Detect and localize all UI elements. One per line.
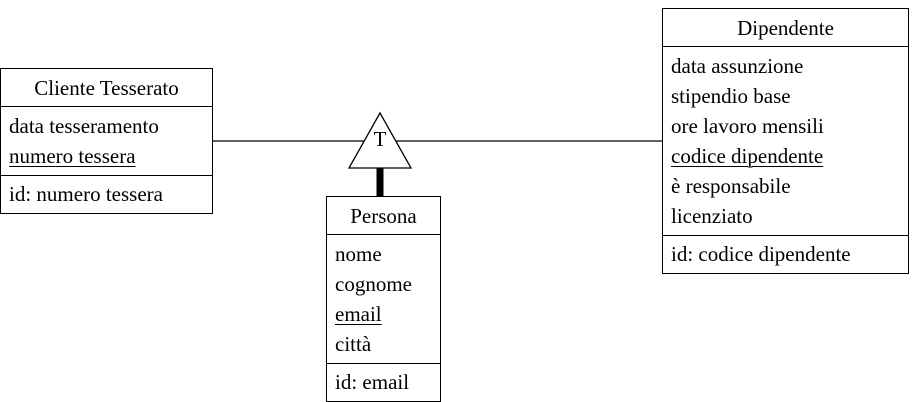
- identifier: id: email: [335, 370, 410, 394]
- attribute-codice-dipendente: codice dipendente: [671, 144, 824, 168]
- attribute-licenziato: licenziato: [671, 204, 753, 228]
- identifier: id: codice dipendente: [671, 242, 851, 266]
- attribute-citta: città: [335, 332, 372, 356]
- attribute-e-responsabile: è responsabile: [671, 174, 791, 198]
- total-coverage-label: T: [374, 127, 387, 151]
- attribute-cognome: cognome: [335, 272, 412, 296]
- attribute-list: data tesseramento numero tessera: [1, 107, 212, 176]
- entity-dipendente: Dipendente data assunzione stipendio bas…: [662, 8, 909, 274]
- attribute-ore-lavoro-mensili: ore lavoro mensili: [671, 114, 824, 138]
- entity-title: Persona: [327, 197, 440, 235]
- attribute-list: nome cognome email città: [327, 235, 440, 364]
- attribute-list: data assunzione stipendio base ore lavor…: [663, 47, 908, 236]
- identifier: id: numero tessera: [9, 182, 163, 206]
- attribute-nome: nome: [335, 242, 382, 266]
- entity-persona: Persona nome cognome email città id: ema…: [326, 196, 441, 402]
- entity-cliente-tesserato: Cliente Tesserato data tesseramento nume…: [0, 68, 213, 214]
- attribute-data-tesseramento: data tesseramento: [9, 114, 159, 138]
- attribute-data-assunzione: data assunzione: [671, 54, 804, 78]
- entity-title: Dipendente: [663, 9, 908, 47]
- attribute-email: email: [335, 302, 382, 326]
- attribute-stipendio-base: stipendio base: [671, 84, 791, 108]
- entity-title: Cliente Tesserato: [1, 69, 212, 107]
- attribute-numero-tessera: numero tessera: [9, 144, 136, 168]
